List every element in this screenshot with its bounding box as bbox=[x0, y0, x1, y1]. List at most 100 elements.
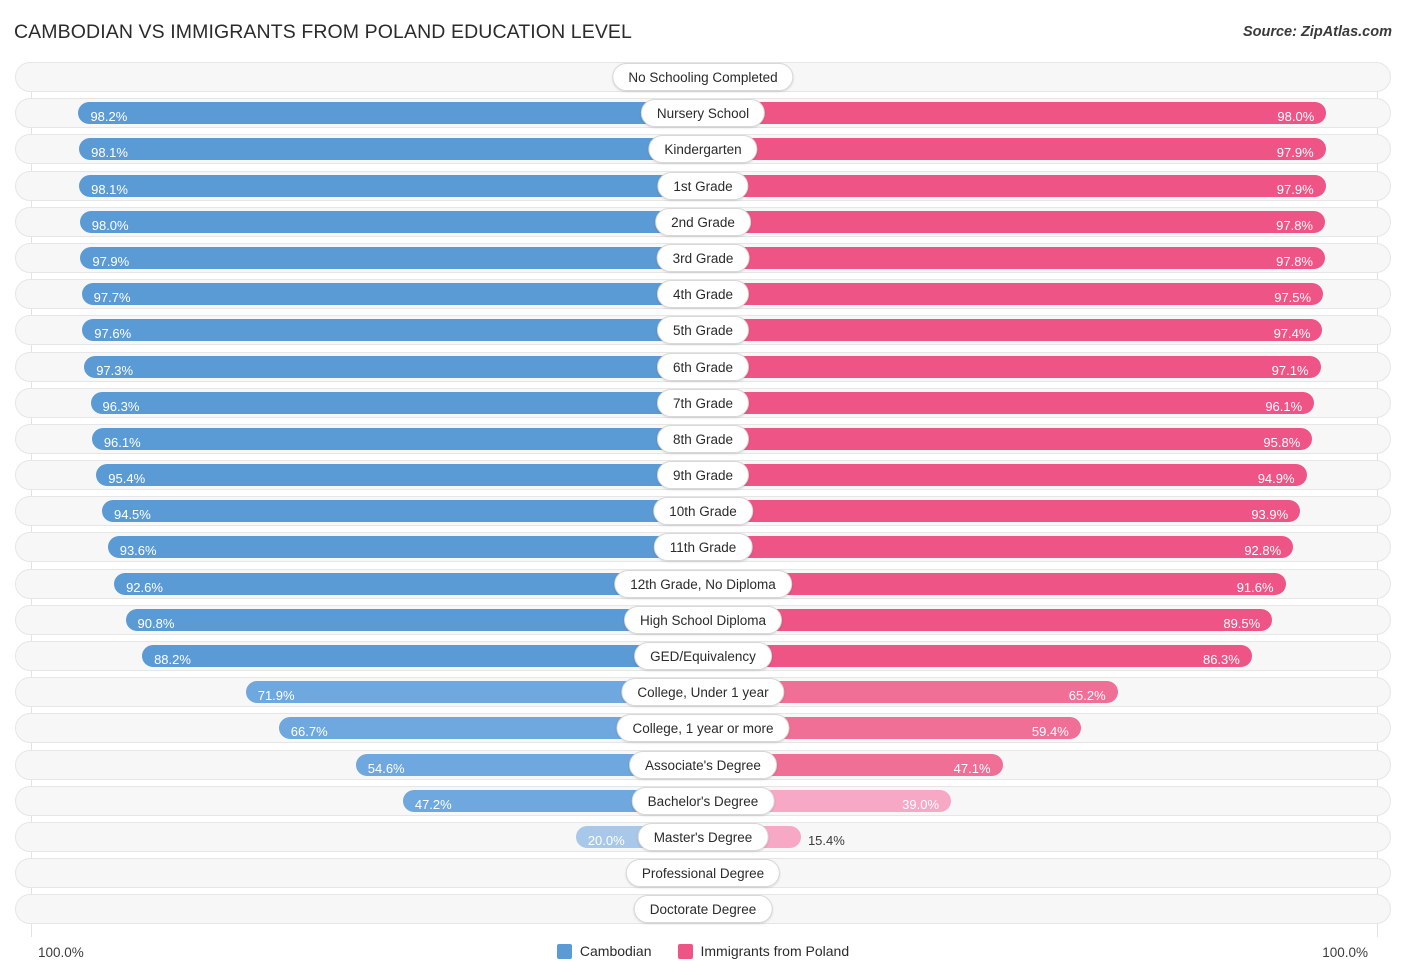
category-label: GED/Equivalency bbox=[634, 642, 772, 670]
value-label-immigrants-from-poland: 91.6% bbox=[1236, 579, 1274, 595]
chart-row: 95.4% 94.9% 9th Grade bbox=[0, 460, 1406, 491]
bar-immigrants-from-poland[interactable]: 93.9% bbox=[703, 500, 1301, 523]
value-label-immigrants-from-poland: 94.9% bbox=[1257, 471, 1295, 487]
bar-immigrants-from-poland[interactable]: 92.8% bbox=[703, 536, 1294, 559]
chart-row: 6.0%4.3%Professional Degree bbox=[0, 858, 1406, 889]
bar-cambodian[interactable]: 98.1% bbox=[79, 138, 703, 161]
value-label-immigrants-from-poland: 89.5% bbox=[1223, 615, 1261, 631]
category-label: 12th Grade, No Diploma bbox=[614, 569, 792, 598]
legend-item[interactable]: Cambodian bbox=[556, 943, 652, 959]
bar-immigrants-from-poland[interactable]: 98.0% bbox=[703, 102, 1327, 125]
value-label-immigrants-from-poland: 15.4% bbox=[807, 832, 845, 848]
bar-immigrants-from-poland[interactable]: 86.3% bbox=[703, 645, 1252, 667]
bar-fill bbox=[91, 427, 703, 450]
bar-immigrants-from-poland[interactable]: 95.8% bbox=[703, 427, 1313, 450]
bar-immigrants-from-poland[interactable]: 97.1% bbox=[703, 355, 1321, 378]
bar-fill bbox=[79, 210, 703, 233]
legend-swatch-icon bbox=[677, 943, 693, 959]
value-label-immigrants-from-poland: 86.3% bbox=[1202, 652, 1240, 667]
bar-cambodian[interactable]: 97.7% bbox=[81, 283, 703, 306]
bar-fill bbox=[703, 355, 1321, 378]
bar-fill bbox=[703, 464, 1307, 487]
bar-immigrants-from-poland[interactable]: 97.9% bbox=[703, 174, 1326, 197]
category-label: Doctorate Degree bbox=[633, 895, 773, 924]
bar-immigrants-from-poland[interactable]: 97.9% bbox=[703, 138, 1326, 161]
category-label: Bachelor's Degree bbox=[631, 786, 775, 815]
bar-immigrants-from-poland[interactable]: 96.1% bbox=[703, 391, 1315, 414]
category-label: No Schooling Completed bbox=[612, 63, 794, 91]
category-label: 2nd Grade bbox=[655, 207, 751, 236]
bar-fill bbox=[90, 391, 703, 414]
bar-cambodian[interactable]: 98.0% bbox=[79, 210, 703, 233]
category-label: 1st Grade bbox=[657, 171, 749, 200]
legend-swatch-icon bbox=[556, 943, 572, 959]
category-label: Kindergarten bbox=[648, 135, 758, 164]
value-label-cambodian: 97.7% bbox=[93, 290, 131, 306]
value-label-cambodian: 47.2% bbox=[414, 796, 452, 812]
chart-row: 54.6% 47.1% Associate's Degree bbox=[0, 749, 1406, 780]
chart-page: CAMBODIAN VS IMMIGRANTS FROM POLAND EDUC… bbox=[0, 0, 1406, 975]
category-label: High School Diploma bbox=[623, 605, 783, 634]
bar-fill bbox=[107, 536, 703, 559]
value-label-cambodian: 94.5% bbox=[113, 507, 151, 523]
bar-cambodian[interactable]: 93.6% bbox=[107, 536, 703, 559]
bar-cambodian[interactable]: 98.1% bbox=[79, 174, 703, 197]
bar-immigrants-from-poland[interactable]: 97.4% bbox=[703, 319, 1323, 342]
bar-fill bbox=[79, 138, 703, 161]
chart-row: 97.7% 97.5% 4th Grade bbox=[0, 279, 1406, 310]
category-label: Nursery School bbox=[640, 99, 766, 128]
legend-item[interactable]: Immigrants from Poland bbox=[677, 943, 850, 959]
bar-immigrants-from-poland[interactable]: 94.9% bbox=[703, 464, 1307, 487]
bar-cambodian[interactable]: 96.3% bbox=[90, 391, 703, 414]
value-label-immigrants-from-poland: 59.4% bbox=[1031, 724, 1069, 740]
page-title: CAMBODIAN VS IMMIGRANTS FROM POLAND EDUC… bbox=[14, 21, 632, 43]
value-label-immigrants-from-poland: 93.9% bbox=[1251, 507, 1289, 523]
chart-rows: 1.9%2.1%No Schooling Completed 98.2% 98.0%… bbox=[0, 62, 1406, 931]
bar-cambodian[interactable]: 88.2% bbox=[142, 645, 703, 667]
bar-immigrants-from-poland[interactable]: 97.5% bbox=[703, 283, 1324, 306]
bar-fill bbox=[80, 246, 703, 269]
category-label: 8th Grade bbox=[656, 424, 750, 453]
chart-row: 96.1% 95.8% 8th Grade bbox=[0, 423, 1406, 454]
value-label-cambodian: 98.2% bbox=[90, 109, 128, 125]
bar-fill bbox=[703, 645, 1252, 667]
bar-cambodian[interactable]: 90.8% bbox=[125, 608, 703, 631]
value-label-immigrants-from-poland: 95.8% bbox=[1263, 434, 1301, 450]
bar-fill bbox=[703, 246, 1325, 269]
value-label-immigrants-from-poland: 65.2% bbox=[1068, 688, 1106, 704]
category-label: 3rd Grade bbox=[656, 243, 750, 272]
bar-fill bbox=[101, 500, 703, 523]
legend-label: Immigrants from Poland bbox=[700, 943, 850, 959]
bar-immigrants-from-poland[interactable]: 89.5% bbox=[703, 608, 1273, 631]
bar-cambodian[interactable]: 94.5% bbox=[101, 500, 703, 523]
value-label-cambodian: 66.7% bbox=[290, 724, 328, 740]
chart-row: 93.6% 92.8% 11th Grade bbox=[0, 532, 1406, 563]
value-label-cambodian: 88.2% bbox=[154, 652, 191, 667]
bar-immigrants-from-poland[interactable]: 97.8% bbox=[703, 246, 1325, 269]
chart-row: 94.5% 93.9% 10th Grade bbox=[0, 496, 1406, 527]
bar-fill bbox=[703, 174, 1326, 197]
category-label: 7th Grade bbox=[656, 388, 750, 417]
value-label-cambodian: 97.3% bbox=[96, 362, 134, 378]
bar-cambodian[interactable]: 97.9% bbox=[80, 246, 703, 269]
bar-cambodian[interactable]: 98.2% bbox=[78, 102, 703, 125]
bar-fill bbox=[125, 608, 703, 631]
value-label-cambodian: 97.6% bbox=[94, 326, 132, 342]
bar-cambodian[interactable]: 97.3% bbox=[84, 355, 703, 378]
bar-cambodian[interactable]: 96.1% bbox=[91, 427, 703, 450]
bar-fill bbox=[78, 102, 703, 125]
bar-fill bbox=[703, 536, 1294, 559]
value-label-cambodian: 71.9% bbox=[257, 688, 295, 704]
value-label-immigrants-from-poland: 92.8% bbox=[1244, 543, 1282, 559]
chart-row: 20.0% 15.4% Master's Degree bbox=[0, 821, 1406, 852]
category-label: 5th Grade bbox=[656, 316, 750, 345]
bar-immigrants-from-poland[interactable]: 97.8% bbox=[703, 210, 1325, 233]
chart-row: 96.3% 96.1% 7th Grade bbox=[0, 387, 1406, 418]
category-label: 9th Grade bbox=[656, 461, 750, 490]
value-label-immigrants-from-poland: 97.8% bbox=[1276, 253, 1313, 269]
bar-cambodian[interactable]: 97.6% bbox=[82, 319, 703, 342]
value-label-immigrants-from-poland: 97.4% bbox=[1273, 326, 1311, 342]
value-label-immigrants-from-poland: 97.9% bbox=[1276, 145, 1314, 161]
bar-cambodian[interactable]: 95.4% bbox=[96, 464, 703, 487]
chart-row: 97.9% 97.8% 3rd Grade bbox=[0, 242, 1406, 273]
